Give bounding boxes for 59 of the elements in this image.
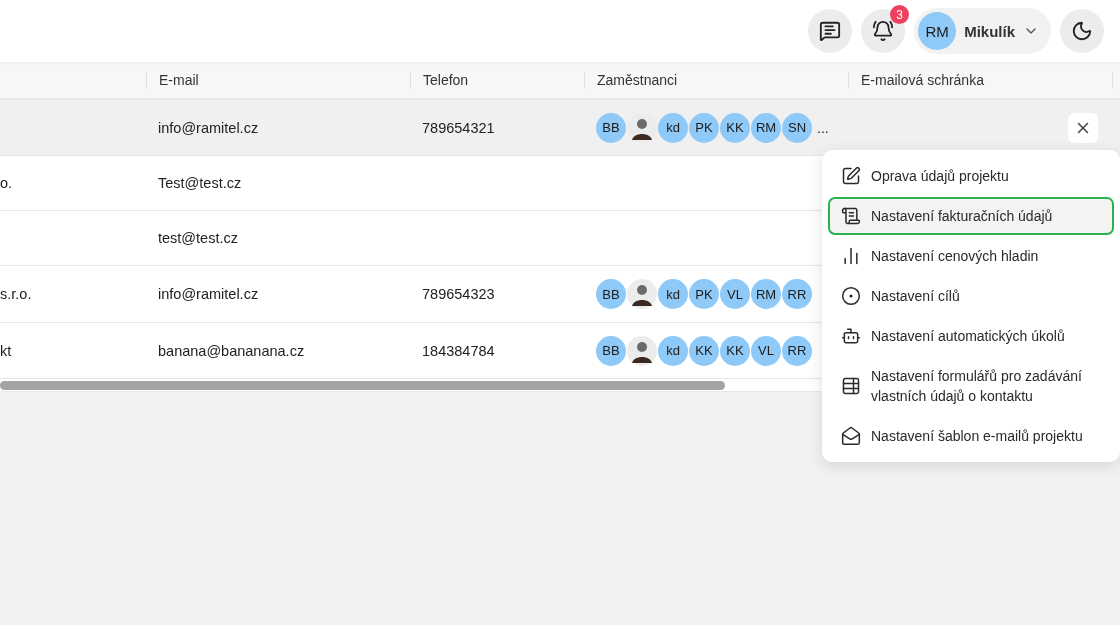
- employee-avatar: KK: [720, 112, 750, 143]
- menu-item[interactable]: Nastavení fakturačních údajů: [828, 197, 1114, 235]
- column-header: Telefon: [410, 71, 584, 89]
- menu-item[interactable]: Nastavení šablon e-mailů projektu: [828, 417, 1114, 455]
- employee-avatar: kd: [658, 335, 688, 366]
- pencil-square-icon: [841, 166, 861, 186]
- menu-item[interactable]: Nastavení cílů: [828, 277, 1114, 315]
- employee-avatar: VL: [720, 279, 750, 309]
- scrollbar-thumb[interactable]: [0, 380, 725, 390]
- employee-avatar: kd: [658, 279, 688, 309]
- bell-icon: [872, 20, 895, 42]
- employee-avatar: RR: [782, 279, 812, 309]
- employee-avatar: BB: [596, 112, 626, 143]
- column-header: E-mail: [146, 71, 410, 89]
- email-cell-text: test@test.cz: [157, 230, 239, 246]
- phone-cell-text: 789654321: [421, 119, 496, 136]
- table-row[interactable]: info@ramitel.cz 789654321 BB kd PK KK RM SN ...: [0, 100, 1120, 156]
- employee-avatar: BB: [596, 335, 626, 366]
- receipt-icon: [841, 206, 861, 226]
- employee-avatar: kd: [658, 112, 688, 143]
- robot-icon: [841, 326, 861, 346]
- phone-cell-text: 789654323: [421, 286, 496, 302]
- target-icon: [841, 286, 861, 306]
- more-ellipsis: ...: [817, 119, 829, 136]
- employee-avatar: SN: [782, 112, 812, 143]
- user-avatar: RM: [918, 12, 957, 50]
- employee-avatar: KK: [720, 335, 750, 366]
- phone-cell-text: 184384784: [421, 342, 496, 359]
- chat-icon: [819, 20, 842, 42]
- table-icon: [841, 376, 861, 396]
- menu-item[interactable]: Oprava údajů projektu: [828, 157, 1114, 195]
- employee-avatar: PK: [689, 112, 719, 143]
- email-cell-text: banana@bananana.cz: [157, 342, 306, 359]
- person-silhouette-icon: [627, 279, 657, 309]
- employee-avatar: KK: [689, 335, 719, 366]
- person-silhouette-icon: [627, 335, 657, 366]
- column-header: Zaměstnanci: [584, 71, 848, 89]
- column-header: E-mailová schránka: [848, 71, 1112, 89]
- table-cell-text: s.r.o.: [0, 286, 33, 302]
- envelope-icon: [841, 426, 861, 446]
- employee-avatar: VL: [751, 335, 781, 366]
- employee-avatar: RM: [751, 112, 781, 143]
- table-cell-text: kt: [0, 342, 13, 359]
- dark-mode-button[interactable]: [1060, 9, 1104, 53]
- user-menu-button[interactable]: RM Mikulík: [914, 8, 1051, 54]
- bar-chart-icon: [841, 246, 861, 266]
- employee-avatar: PK: [689, 279, 719, 309]
- table-cell-text: o.: [0, 175, 14, 191]
- employee-avatar: RM: [751, 279, 781, 309]
- email-cell-text: info@ramitel.cz: [157, 119, 260, 136]
- close-button[interactable]: [1068, 112, 1098, 143]
- chat-button[interactable]: [808, 9, 853, 53]
- employee-avatar: BB: [596, 279, 626, 309]
- moon-icon: [1071, 20, 1093, 42]
- email-cell-text: info@ramitel.cz: [157, 286, 260, 302]
- email-cell-text: Test@test.cz: [157, 175, 243, 191]
- notification-count: 3: [890, 5, 910, 24]
- employee-avatar: RR: [782, 335, 812, 366]
- user-name: Mikulík: [964, 22, 1015, 40]
